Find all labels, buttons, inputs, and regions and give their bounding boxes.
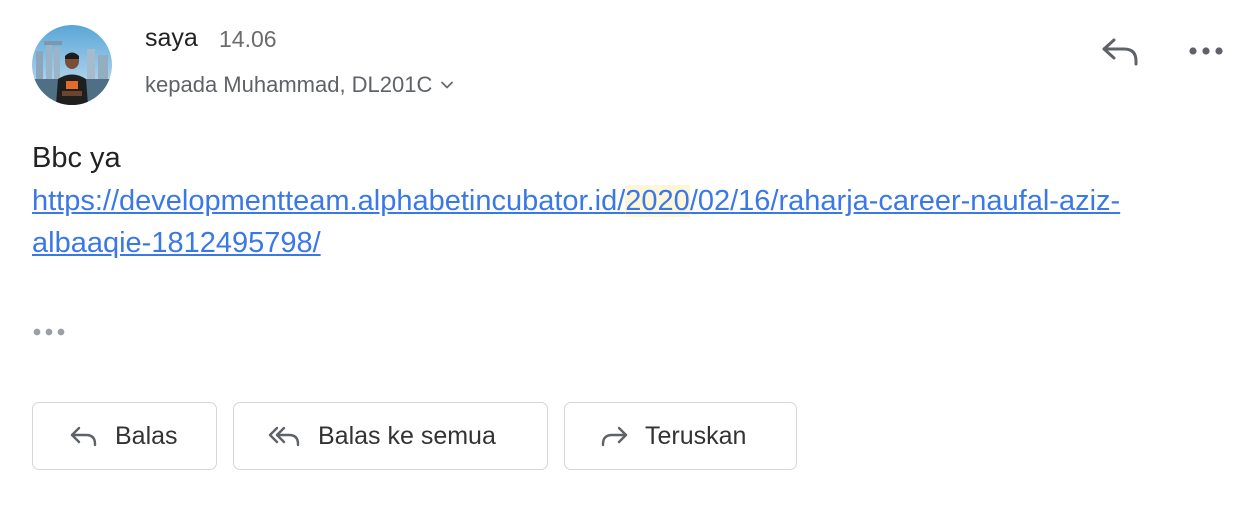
chevron-down-icon xyxy=(441,81,454,89)
reply-button[interactable]: Balas xyxy=(32,402,217,470)
more-options-button[interactable] xyxy=(1184,36,1228,66)
reply-button-top[interactable] xyxy=(1098,33,1142,69)
more-horizontal-icon xyxy=(1189,47,1223,55)
forward-button[interactable]: Teruskan xyxy=(564,402,797,470)
reply-icon xyxy=(1102,38,1138,66)
link-text-part1: https://developmentteam.alphabetincubato… xyxy=(32,185,626,217)
recipients-toggle[interactable]: kepada Muhammad, DL201C xyxy=(145,72,454,98)
link-text-highlight: 2020 xyxy=(625,185,690,217)
reply-icon xyxy=(69,424,99,448)
avatar-photo xyxy=(32,25,112,105)
reply-all-button[interactable]: Balas ke semua xyxy=(233,402,548,470)
reply-all-button-label: Balas ke semua xyxy=(318,421,496,450)
forward-button-label: Teruskan xyxy=(645,421,747,450)
ellipsis-icon xyxy=(33,328,65,336)
show-quoted-text-button[interactable] xyxy=(32,322,72,342)
forward-icon xyxy=(599,424,629,448)
message-time: 14.06 xyxy=(219,26,277,52)
sender-name: saya xyxy=(145,24,198,52)
recipients-label: kepada Muhammad, DL201C xyxy=(145,72,433,97)
message-link[interactable]: https://developmentteam.alphabetincubato… xyxy=(32,180,1222,264)
reply-button-label: Balas xyxy=(115,421,178,450)
sender-avatar[interactable] xyxy=(32,25,112,105)
reply-all-icon xyxy=(268,424,302,448)
message-body-text: Bbc ya xyxy=(32,142,121,174)
